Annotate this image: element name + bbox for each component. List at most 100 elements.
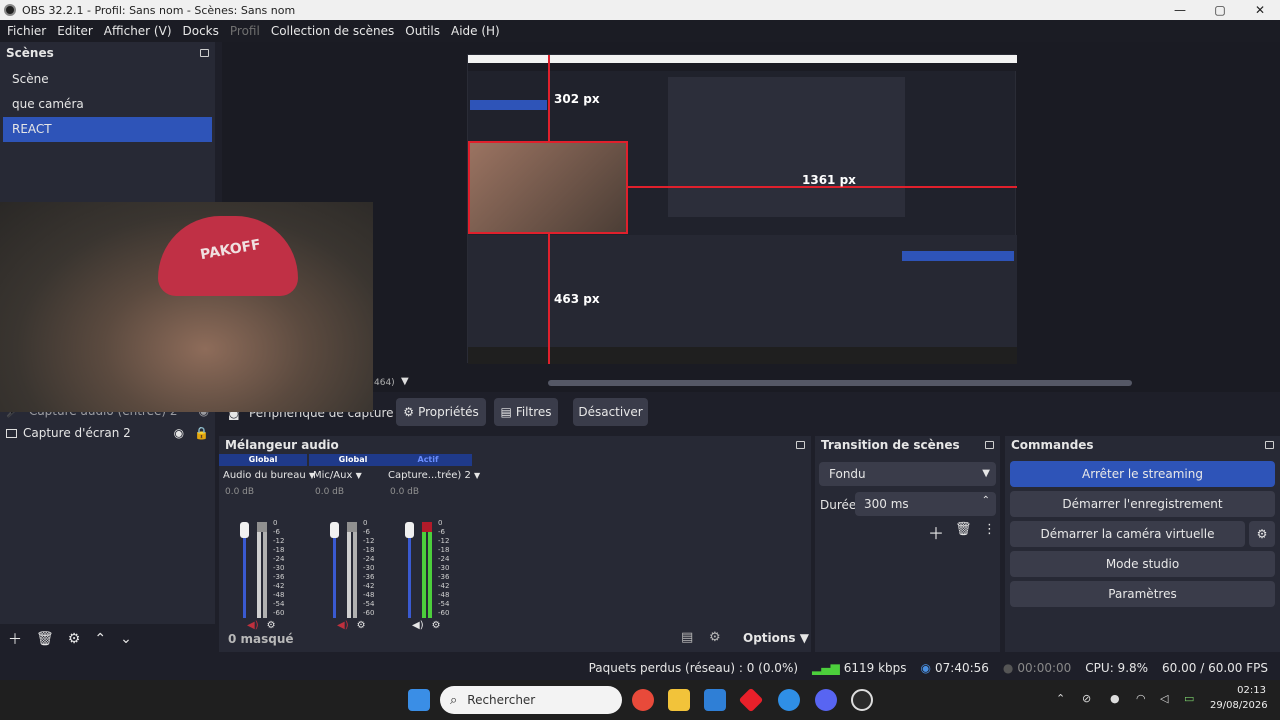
- duration-input[interactable]: 300 ms ⌃: [855, 492, 996, 516]
- mixer-title: Mélangeur audio: [225, 438, 339, 452]
- transition-select[interactable]: Fondu ▼: [819, 462, 996, 486]
- mixer-channel: Global Audio du bureau ▼ 0.0 dB 0 -6 -12 -1…: [219, 454, 315, 631]
- mic-icon[interactable]: ●: [1110, 692, 1120, 705]
- battery-icon[interactable]: ▭: [1184, 692, 1194, 705]
- menu-docks[interactable]: Docks: [179, 24, 223, 38]
- undock-icon[interactable]: [1265, 441, 1274, 449]
- dropped-frames: Paquets perdus (réseau) : 0 (0.0%): [588, 661, 799, 675]
- filters-label: Filtres: [515, 405, 552, 419]
- windows-start-icon[interactable]: [408, 689, 430, 711]
- meter-tick-label: 0: [273, 519, 278, 527]
- filters-button[interactable]: ▤ Filtres: [494, 398, 558, 426]
- wifi-icon[interactable]: ◠: [1136, 692, 1146, 705]
- channel-db: 0.0 dB: [225, 487, 255, 497]
- scene-item[interactable]: Scène: [3, 67, 212, 92]
- meter-tick-label: -12: [273, 537, 285, 545]
- minimize-button[interactable]: —: [1160, 0, 1200, 20]
- program-preview-image[interactable]: 302 px 1361 px 463 px: [467, 54, 1017, 364]
- slider-handle[interactable]: [240, 522, 249, 538]
- store-icon[interactable]: [704, 689, 726, 711]
- virtual-camera-button[interactable]: Démarrer la caméra virtuelle: [1010, 521, 1245, 547]
- trash-icon[interactable]: 🗑: [955, 522, 972, 537]
- window-title: OBS 32.2.1 - Profil: Sans nom - Scènes: …: [22, 3, 296, 17]
- lock-icon[interactable]: 🔒: [194, 426, 209, 440]
- transition-type: Fondu: [829, 467, 866, 481]
- menu-outils[interactable]: Outils: [401, 24, 444, 38]
- undock-icon[interactable]: [200, 49, 209, 57]
- channel-name[interactable]: Audio du bureau ▼: [219, 470, 315, 481]
- close-button[interactable]: ✕: [1240, 0, 1280, 20]
- source-item[interactable]: Capture d'écran 2 ◉ 🔒: [0, 422, 215, 444]
- chevron-down-icon[interactable]: ▼: [401, 376, 409, 387]
- discord-icon[interactable]: [815, 689, 837, 711]
- clock-date: 29/08/2026: [1210, 700, 1268, 711]
- help-icon[interactable]: [778, 689, 800, 711]
- start-recording-button[interactable]: Démarrer l'enregistrement: [1010, 491, 1275, 517]
- meter-tick-label: -24: [438, 555, 450, 563]
- studio-mode-button[interactable]: Mode studio: [1010, 551, 1275, 577]
- fps: 60.00 / 60.00 FPS: [1162, 661, 1268, 675]
- maximize-button[interactable]: ▢: [1200, 0, 1240, 20]
- more-icon[interactable]: ⋮: [983, 522, 996, 537]
- network-off-icon[interactable]: ⊘: [1082, 692, 1091, 705]
- meter-tick-label: -54: [363, 600, 375, 608]
- add-icon[interactable]: ＋: [8, 629, 22, 649]
- bitrate: 6119 kbps: [843, 661, 907, 675]
- eye-icon[interactable]: ◉: [174, 426, 184, 440]
- meter-tick-label: -24: [363, 555, 375, 563]
- stepper-up-icon[interactable]: ⌃: [982, 489, 990, 513]
- obs-logo-icon: [4, 4, 16, 16]
- gear-icon[interactable]: ⚙: [68, 631, 81, 647]
- undock-icon[interactable]: [985, 441, 994, 449]
- gear-icon[interactable]: ⚙: [709, 630, 721, 645]
- add-icon[interactable]: ＋: [928, 520, 944, 544]
- folder-icon[interactable]: [668, 689, 690, 711]
- source-toolbar: ◙ Périphérique de capture vi ⚙ Propriétés…: [222, 398, 1280, 430]
- channel-tag: Actif: [384, 454, 472, 466]
- record-icon: ●: [1002, 661, 1014, 675]
- up-icon[interactable]: ⌃: [94, 631, 106, 647]
- properties-label: Propriétés: [418, 405, 479, 419]
- taskbar-search[interactable]: ⌕ Rechercher: [440, 686, 622, 714]
- obs-icon[interactable]: [851, 689, 873, 711]
- menu-afficher[interactable]: Afficher (V): [100, 24, 176, 38]
- options-button[interactable]: Options ▼: [743, 631, 809, 645]
- trash-icon[interactable]: 🗑: [36, 631, 54, 647]
- menu-editer[interactable]: Editer: [53, 24, 97, 38]
- menu-collection[interactable]: Collection de scènes: [267, 24, 398, 38]
- cpu-usage: CPU: 9.8%: [1085, 661, 1149, 675]
- scene-item[interactable]: que caméra: [3, 92, 212, 117]
- undock-icon[interactable]: [796, 441, 805, 449]
- slider-handle[interactable]: [330, 522, 339, 538]
- stop-streaming-button[interactable]: Arrêter le streaming: [1010, 461, 1275, 487]
- channel-name[interactable]: Capture...trée) 2 ▼: [384, 470, 480, 481]
- scene-item-selected[interactable]: REACT: [3, 117, 212, 142]
- slider-handle[interactable]: [405, 522, 414, 538]
- channel-tag: Global: [219, 454, 307, 466]
- deactivate-button[interactable]: Désactiver: [573, 398, 648, 426]
- sources-panel: 🎤 Capture audio (entrée) 2 ◉ Capture d'é…: [0, 404, 215, 624]
- meter-tick-label: -54: [438, 600, 450, 608]
- preview-scrollbar[interactable]: [548, 380, 1132, 386]
- tray-chevron-icon[interactable]: ⌃: [1056, 692, 1065, 705]
- selection-box[interactable]: [468, 141, 628, 234]
- app-icon[interactable]: [738, 687, 764, 713]
- down-icon[interactable]: ⌄: [120, 631, 132, 647]
- menu-profil[interactable]: Profil: [226, 24, 264, 38]
- scenes-title: Scènes: [6, 46, 54, 60]
- meter-tick-label: -48: [273, 591, 285, 599]
- properties-button[interactable]: ⚙ Propriétés: [396, 398, 486, 426]
- meter-tick-label: -54: [273, 600, 285, 608]
- volume-icon[interactable]: ◁: [1160, 692, 1168, 705]
- menu-aide[interactable]: Aide (H): [447, 24, 504, 38]
- chrome-icon[interactable]: [632, 689, 654, 711]
- record-time: 00:00:00: [1017, 661, 1072, 675]
- meter-tick-label: -6: [363, 528, 370, 536]
- layout-icon[interactable]: ▤: [681, 630, 693, 645]
- duration-value: 300 ms: [864, 497, 909, 511]
- meter-tick-label: 0: [438, 519, 443, 527]
- settings-button[interactable]: Paramètres: [1010, 581, 1275, 607]
- gear-icon[interactable]: ⚙: [1249, 521, 1275, 547]
- measure-right: 1361 px: [802, 173, 856, 187]
- menu-fichier[interactable]: Fichier: [3, 24, 50, 38]
